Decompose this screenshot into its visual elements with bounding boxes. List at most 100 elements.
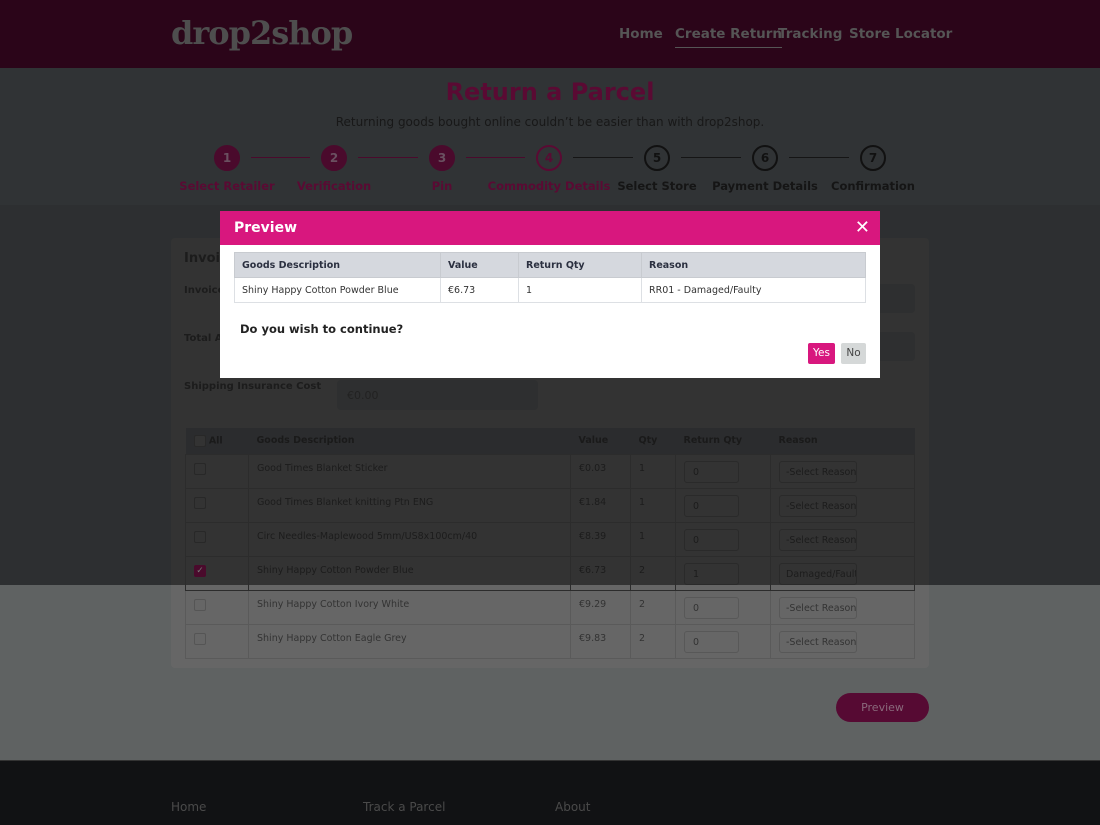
logo[interactable]: drop2shop (171, 14, 353, 52)
select-all[interactable]: All (185, 428, 249, 454)
reason-select[interactable]: -Select Reason- (779, 528, 857, 551)
row-checkbox[interactable] (194, 632, 206, 645)
col-desc: Goods Description (248, 428, 571, 454)
step-connector (466, 157, 525, 158)
modal-header: Preview ✕ (220, 211, 880, 245)
row-checkbox[interactable] (194, 496, 206, 509)
footer-track[interactable]: Track a Parcel (363, 800, 445, 814)
return-qty-input[interactable]: 1 (684, 562, 739, 585)
col-value: Value (570, 428, 631, 454)
reason-select[interactable]: Damaged/Faulty (779, 562, 857, 585)
preview-button[interactable]: Preview (836, 693, 929, 722)
step-circle: 7 (860, 145, 886, 171)
table-row: ✓ Shiny Happy Cotton Powder Blue €6.73 2… (185, 555, 915, 591)
row-reason-cell: -Select Reason- (770, 487, 915, 523)
continue-question: Do you wish to continue? (240, 322, 404, 336)
select-all-checkbox[interactable] (193, 434, 206, 447)
reason-select[interactable]: -Select Reason- (779, 460, 857, 483)
row-return-qty-cell: 1 (675, 555, 771, 591)
footer-home[interactable]: Home (171, 800, 206, 814)
row-qty: 2 (630, 623, 676, 659)
preview-col-desc: Goods Description (234, 252, 441, 278)
site-header: drop2shop Home Create Return Tracking St… (0, 0, 1100, 68)
row-reason-cell: Damaged/Faulty (770, 555, 915, 591)
step-connector (789, 157, 849, 158)
preview-desc: Shiny Happy Cotton Powder Blue (234, 277, 441, 303)
shipping-input[interactable]: €0.00 (337, 380, 538, 410)
preview-return-qty: 1 (518, 277, 642, 303)
table-row: Good Times Blanket knitting Ptn ENG €1.8… (185, 487, 915, 523)
step-label: Confirmation (831, 179, 915, 193)
step-circle: 2 (321, 145, 347, 171)
row-checkbox[interactable] (194, 598, 206, 611)
step-circle: 1 (214, 145, 240, 171)
return-qty-input[interactable]: 0 (684, 596, 739, 619)
footer-about[interactable]: About (555, 800, 590, 814)
step-circle: 5 (644, 145, 670, 171)
row-checkbox[interactable]: ✓ (194, 564, 206, 577)
row-desc: Shiny Happy Cotton Powder Blue (248, 555, 571, 591)
row-select[interactable] (185, 487, 249, 523)
close-icon[interactable]: ✕ (855, 217, 870, 238)
row-desc: Good Times Blanket Sticker (248, 453, 571, 489)
row-value: €1.84 (570, 487, 631, 523)
nav-tracking[interactable]: Tracking (778, 26, 842, 42)
step-circle: 4 (536, 145, 562, 171)
reason-select[interactable]: -Select Reason- (779, 494, 857, 517)
col-reason: Reason (770, 428, 915, 454)
select-all-label: All (208, 435, 223, 447)
row-reason-cell: -Select Reason- (770, 589, 915, 625)
yes-button[interactable]: Yes (808, 343, 835, 364)
row-value: €9.83 (570, 623, 631, 659)
row-reason-cell: -Select Reason- (770, 623, 915, 659)
row-desc: Shiny Happy Cotton Ivory White (248, 589, 571, 625)
nav-store-locator[interactable]: Store Locator (849, 26, 952, 42)
preview-value: €6.73 (440, 277, 519, 303)
preview-col-return-qty: Return Qty (518, 252, 642, 278)
modal-title: Preview (234, 220, 298, 236)
row-select[interactable] (185, 623, 249, 659)
row-select[interactable]: ✓ (185, 555, 249, 591)
preview-reason: RR01 - Damaged/Faulty (641, 277, 866, 303)
return-qty-input[interactable]: 0 (684, 528, 739, 551)
nav-home[interactable]: Home (619, 26, 663, 42)
nav-create-return[interactable]: Create Return (675, 26, 783, 48)
step-connector (358, 157, 418, 158)
row-select[interactable] (185, 589, 249, 625)
step-connector (681, 157, 741, 158)
table-row: Good Times Blanket Sticker €0.03 1 0 -Se… (185, 453, 915, 489)
row-qty: 1 (630, 453, 676, 489)
reason-select[interactable]: -Select Reason- (779, 630, 857, 653)
preview-col-value: Value (440, 252, 519, 278)
no-button[interactable]: No (841, 343, 866, 364)
shipping-label: Shipping Insurance Cost (184, 381, 322, 392)
reason-select[interactable]: -Select Reason- (779, 596, 857, 619)
row-reason-cell: -Select Reason- (770, 521, 915, 557)
row-checkbox[interactable] (194, 530, 206, 543)
row-desc: Circ Needles-Maplewood 5mm/US8x100cm/40 (248, 521, 571, 557)
row-qty: 2 (630, 555, 676, 591)
footer (0, 760, 1100, 825)
step-circle: 6 (752, 145, 778, 171)
return-qty-input[interactable]: 0 (684, 494, 739, 517)
row-select[interactable] (185, 521, 249, 557)
row-return-qty-cell: 0 (675, 623, 771, 659)
return-qty-input[interactable]: 0 (684, 460, 739, 483)
row-reason-cell: -Select Reason- (770, 453, 915, 489)
row-desc: Good Times Blanket knitting Ptn ENG (248, 487, 571, 523)
step-circle: 3 (429, 145, 455, 171)
row-qty: 1 (630, 487, 676, 523)
row-value: €0.03 (570, 453, 631, 489)
row-select[interactable] (185, 453, 249, 489)
return-qty-input[interactable]: 0 (684, 630, 739, 653)
preview-row: Shiny Happy Cotton Powder Blue €6.73 1 R… (234, 277, 866, 303)
row-checkbox[interactable] (194, 462, 206, 475)
goods-table: All Goods Description Value Qty Return Q… (185, 428, 915, 659)
page-subtitle: Returning goods bought online couldn’t b… (335, 115, 765, 129)
row-return-qty-cell: 0 (675, 589, 771, 625)
row-return-qty-cell: 0 (675, 453, 771, 489)
preview-col-reason: Reason (641, 252, 866, 278)
table-row: Circ Needles-Maplewood 5mm/US8x100cm/40 … (185, 521, 915, 557)
row-qty: 2 (630, 589, 676, 625)
preview-modal: Preview ✕ Goods Description Value Return… (220, 211, 880, 378)
